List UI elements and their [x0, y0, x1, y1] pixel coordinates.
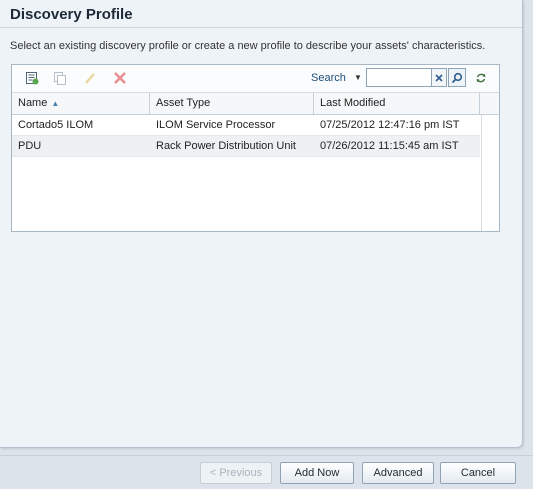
- cell-last-modified: 07/25/2012 12:47:16 pm IST: [320, 119, 460, 131]
- table-row[interactable]: Cortado5 ILOM ILOM Service Processor 07/…: [12, 115, 480, 136]
- cell-name: Cortado5 ILOM: [18, 119, 94, 131]
- search-label[interactable]: Search: [311, 72, 346, 84]
- search-input[interactable]: [366, 68, 432, 87]
- edit-icon[interactable]: [82, 70, 98, 86]
- column-divider: [481, 115, 482, 231]
- previous-button[interactable]: < Previous: [200, 462, 272, 484]
- page-title: Discovery Profile: [10, 6, 133, 23]
- advanced-button[interactable]: Advanced: [362, 462, 434, 484]
- cell-name: PDU: [18, 140, 42, 152]
- cell-last-modified: 07/26/2012 11:15:45 am IST: [320, 140, 459, 152]
- title-divider: [0, 27, 522, 28]
- profile-table: Search ▼ Name ▲ Asset Type Last Modified…: [11, 64, 500, 232]
- cell-asset-type: ILOM Service Processor: [156, 119, 276, 131]
- chevron-down-icon[interactable]: ▼: [354, 73, 362, 82]
- add-now-button[interactable]: Add Now: [280, 462, 354, 484]
- copy-icon[interactable]: [52, 70, 68, 86]
- cell-asset-type: Rack Power Distribution Unit: [156, 140, 296, 152]
- sort-ascending-icon: ▲: [51, 99, 60, 108]
- table-header: Name ▲ Asset Type Last Modified: [12, 93, 499, 115]
- footer-divider: [0, 455, 533, 456]
- description-text: Select an existing discovery profile or …: [10, 40, 486, 52]
- column-header-asset-type[interactable]: Asset Type: [150, 93, 314, 114]
- table-toolbar: Search ▼: [12, 65, 499, 93]
- column-header-name[interactable]: Name ▲: [12, 93, 150, 114]
- refresh-icon[interactable]: [473, 70, 489, 86]
- column-header-last-modified[interactable]: Last Modified: [314, 93, 480, 114]
- discovery-profile-panel: Discovery Profile Select an existing dis…: [0, 0, 523, 448]
- table-row[interactable]: PDU Rack Power Distribution Unit 07/26/2…: [12, 136, 480, 157]
- new-profile-icon[interactable]: [24, 70, 40, 86]
- search-icon[interactable]: [448, 68, 466, 87]
- close-icon[interactable]: [432, 68, 447, 87]
- delete-icon[interactable]: [112, 70, 128, 86]
- cancel-button[interactable]: Cancel: [440, 462, 516, 484]
